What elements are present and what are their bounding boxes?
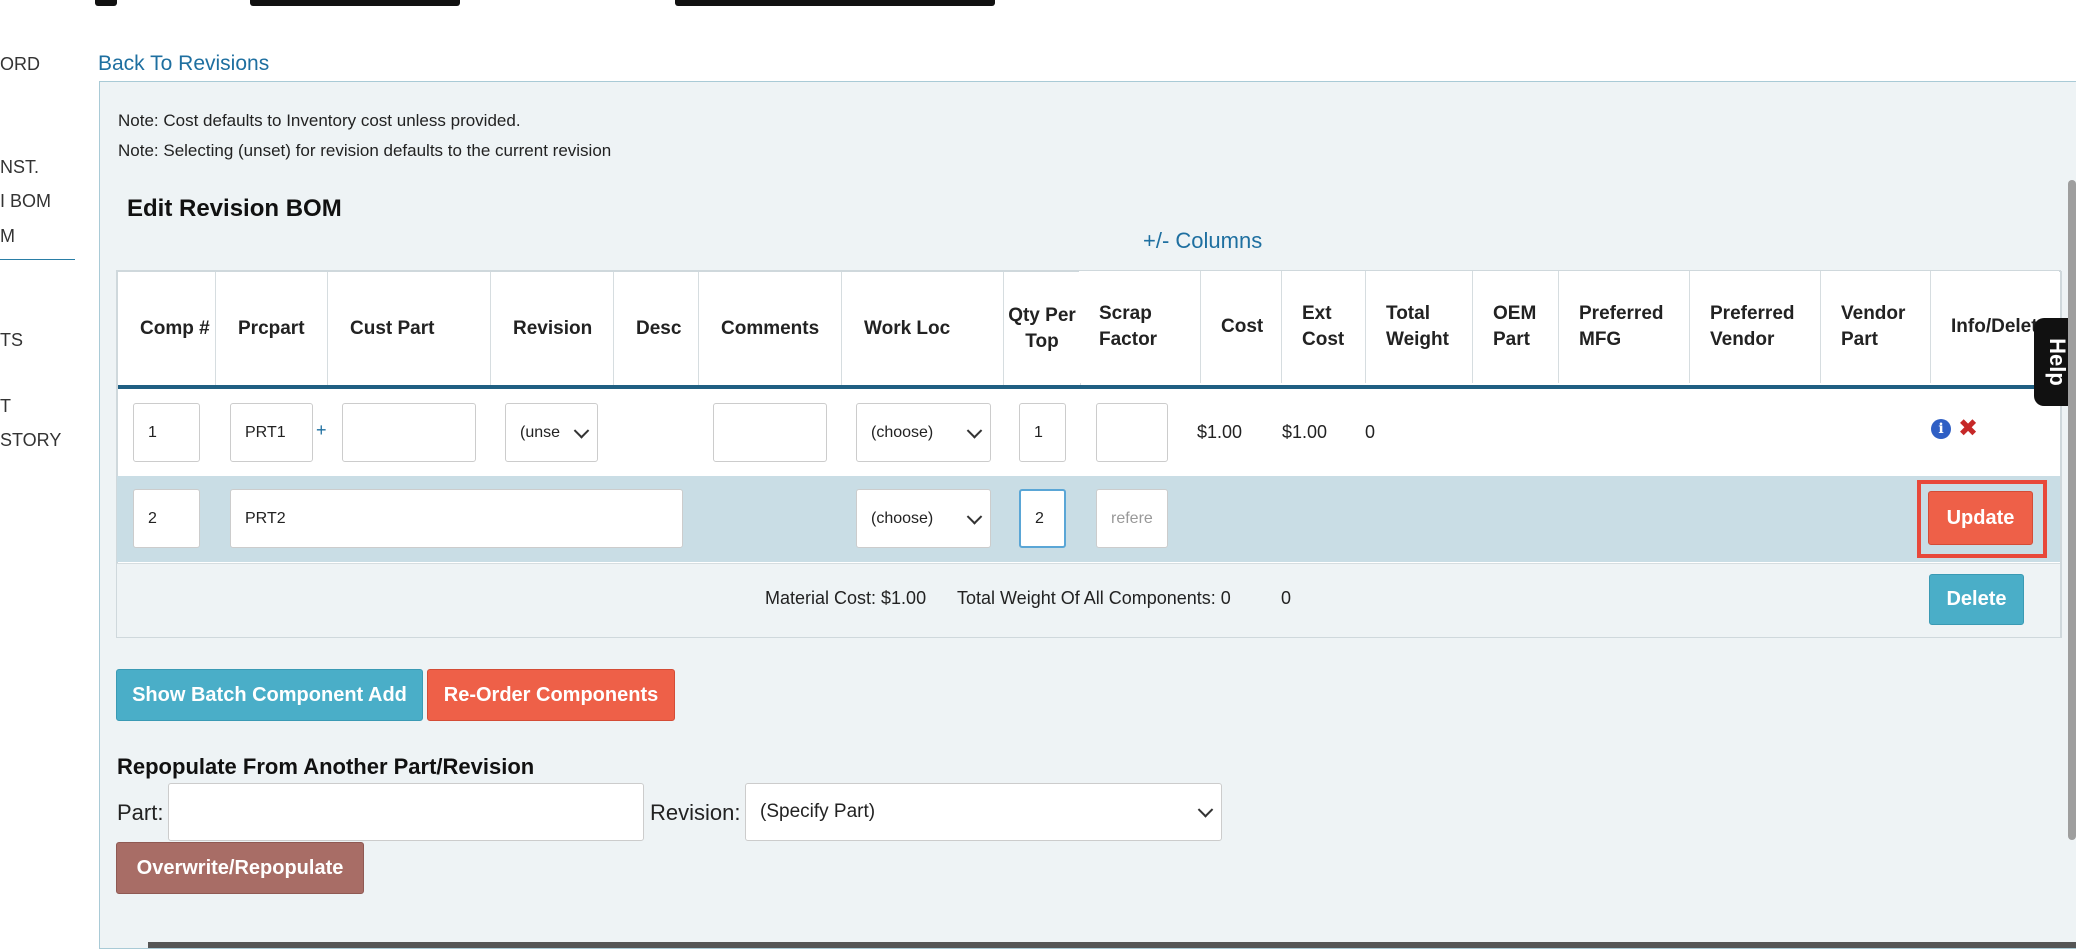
footer-zero-value: 0 (1281, 588, 1292, 608)
revision-select[interactable]: (unse (505, 403, 598, 462)
work-loc-select[interactable]: (choose) (856, 489, 991, 548)
repopulate-title: Repopulate From Another Part/Revision (117, 754, 535, 779)
revision-select-value: (unse (520, 423, 561, 441)
comp-number-input[interactable]: 1 (133, 403, 200, 462)
work-loc-select[interactable]: (choose) (856, 403, 991, 462)
back-to-revisions-link[interactable]: Back To Revisions (98, 52, 269, 76)
ext-cost-value: $1.00 (1282, 422, 1328, 442)
sidebar-item[interactable]: STORY (0, 430, 61, 451)
cropped-title-fragment (675, 0, 995, 6)
col-header-vendor-part: Vendor Part (1821, 270, 1931, 383)
sidebar-item[interactable]: NST. (0, 157, 39, 178)
total-weight-value: 0 (1365, 422, 1376, 442)
overwrite-repopulate-button[interactable]: Overwrite/Repopulate (116, 842, 364, 894)
reorder-components-button[interactable]: Re-Order Components (427, 669, 675, 721)
active-item-underline (0, 259, 75, 260)
vertical-scrollbar[interactable] (2068, 180, 2076, 840)
chevron-down-icon (1197, 802, 1214, 818)
help-tab-label: Help (2045, 338, 2070, 386)
sidebar-item-bom[interactable]: I BOM (0, 191, 51, 212)
sidebar-item[interactable]: T (0, 396, 11, 417)
scrap-factor-input[interactable]: refere (1096, 489, 1168, 548)
col-header-preferred-vendor: Preferred Vendor (1690, 270, 1821, 383)
cost-value: $1.00 (1197, 422, 1243, 442)
chevron-down-icon (966, 508, 983, 525)
scrap-factor-input[interactable] (1096, 403, 1168, 462)
horizontal-scrollbar[interactable] (148, 942, 2076, 948)
cropped-title-fragment (250, 0, 460, 6)
total-weight-all-text: Total Weight Of All Components: 0 (957, 588, 1231, 608)
comments-input[interactable] (713, 403, 827, 462)
prcpart-input[interactable]: PRT1 (230, 403, 313, 462)
table-header-right: Scrap Factor Cost Ext Cost Total Weight … (116, 270, 2061, 383)
comp-number-input[interactable]: 2 (133, 489, 200, 548)
sidebar-item[interactable]: M (0, 226, 15, 247)
cust-part-input[interactable] (342, 403, 476, 462)
revision-label: Revision: (650, 800, 741, 825)
col-header-scrap-factor-cell: Scrap Factor (1079, 270, 1201, 383)
col-header-total-weight: Total Weight (1366, 270, 1473, 383)
chevron-down-icon (966, 422, 983, 439)
columns-toggle-link[interactable]: +/- Columns (1143, 228, 1262, 254)
update-button[interactable]: Update (1928, 491, 2033, 545)
delete-x-icon[interactable]: ✖ (1958, 417, 1978, 441)
qty-per-top-input[interactable]: 1 (1019, 403, 1066, 462)
col-header-ext-cost: Ext Cost (1282, 270, 1366, 383)
chevron-down-icon (573, 422, 590, 439)
qty-per-top-input[interactable]: 2 (1019, 489, 1066, 548)
material-cost-text: Material Cost: $1.00 (765, 588, 927, 608)
col-header-oem-part: OEM Part (1473, 270, 1559, 383)
show-batch-component-add-button[interactable]: Show Batch Component Add (116, 669, 423, 721)
col-header-preferred-mfg: Preferred MFG (1559, 270, 1690, 383)
part-label: Part: (117, 800, 164, 825)
sidebar-item[interactable]: TS (0, 330, 23, 351)
page-title: Edit Revision BOM (127, 195, 342, 222)
left-sidebar: ORD NST. I BOM M TS T STORY (0, 40, 78, 460)
work-loc-value: (choose) (871, 423, 934, 441)
info-icon[interactable]: i (1931, 419, 1951, 439)
delete-button[interactable]: Delete (1929, 574, 2024, 625)
cropped-title-fragment (95, 0, 117, 6)
top-cropped-bar (0, 0, 2076, 12)
sidebar-item[interactable]: ORD (0, 54, 40, 75)
revision-select[interactable]: (Specify Part) (745, 783, 1222, 841)
prcpart-input[interactable]: PRT2 (230, 489, 683, 548)
work-loc-value: (choose) (871, 509, 934, 527)
part-input[interactable] (168, 783, 644, 841)
note-revision-default: Note: Selecting (unset) for revision def… (118, 141, 612, 160)
col-header-cost-cell: Cost (1201, 270, 1282, 383)
revision-select-value: (Specify Part) (760, 801, 876, 822)
note-cost-default: Note: Cost defaults to Inventory cost un… (118, 111, 521, 130)
add-part-icon[interactable]: + (316, 420, 327, 441)
